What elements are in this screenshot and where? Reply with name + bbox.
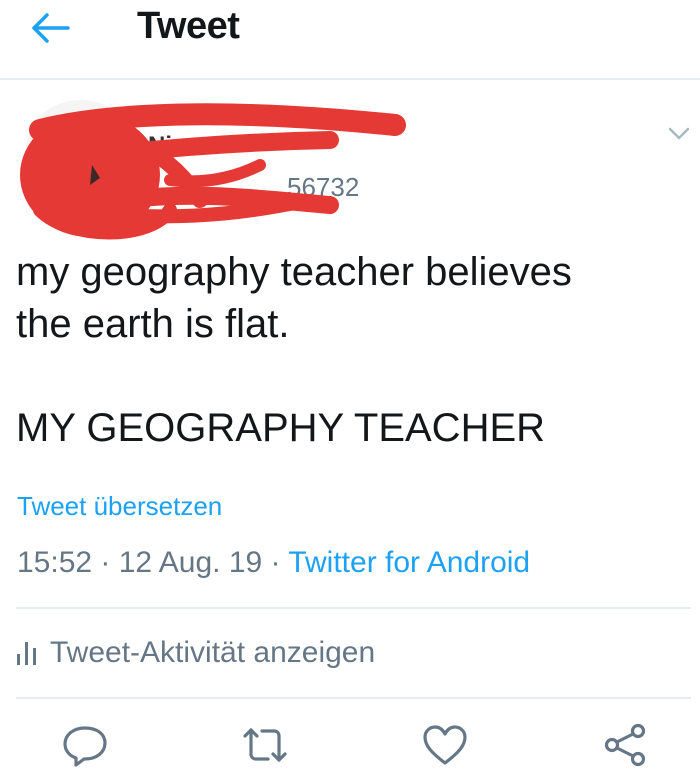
divider [16, 697, 691, 699]
meta-separator: · [92, 546, 119, 579]
meta-separator: · [262, 546, 289, 579]
avatar[interactable] [26, 100, 136, 200]
bar-chart-icon [17, 642, 36, 665]
like-button[interactable] [420, 722, 470, 768]
retweet-button[interactable] [240, 722, 290, 768]
tweet-activity-button[interactable]: Tweet-Aktivität anzeigen [16, 636, 375, 670]
translate-link[interactable]: Tweet übersetzen [17, 491, 222, 522]
top-bar: Tweet [0, 0, 700, 80]
arrow-left-icon [32, 13, 70, 43]
share-icon [604, 723, 646, 767]
author-name[interactable]: Ni [148, 132, 172, 160]
retweet-icon [243, 728, 287, 762]
reply-button[interactable] [60, 722, 110, 768]
tweet-menu-button[interactable] [665, 120, 693, 148]
reply-icon [63, 726, 107, 767]
tweet-date: 12 Aug. 19 [118, 546, 263, 579]
author-handle: 56732 [287, 172, 360, 202]
tweet-time: 15:52 [17, 546, 93, 579]
share-button[interactable] [600, 722, 650, 768]
tweet-meta: 15:52 · 12 Aug. 19 · Twitter for Android [17, 546, 530, 580]
chevron-down-icon [668, 127, 690, 140]
back-button[interactable] [22, 8, 78, 48]
tweet-text: my geography teacher believes the earth … [16, 250, 572, 450]
heart-icon [423, 725, 467, 765]
tweet-source-link[interactable]: Twitter for Android [288, 546, 530, 579]
divider [16, 607, 691, 609]
activity-label: Tweet-Aktivität anzeigen [50, 636, 376, 669]
page-title: Tweet [137, 5, 240, 47]
